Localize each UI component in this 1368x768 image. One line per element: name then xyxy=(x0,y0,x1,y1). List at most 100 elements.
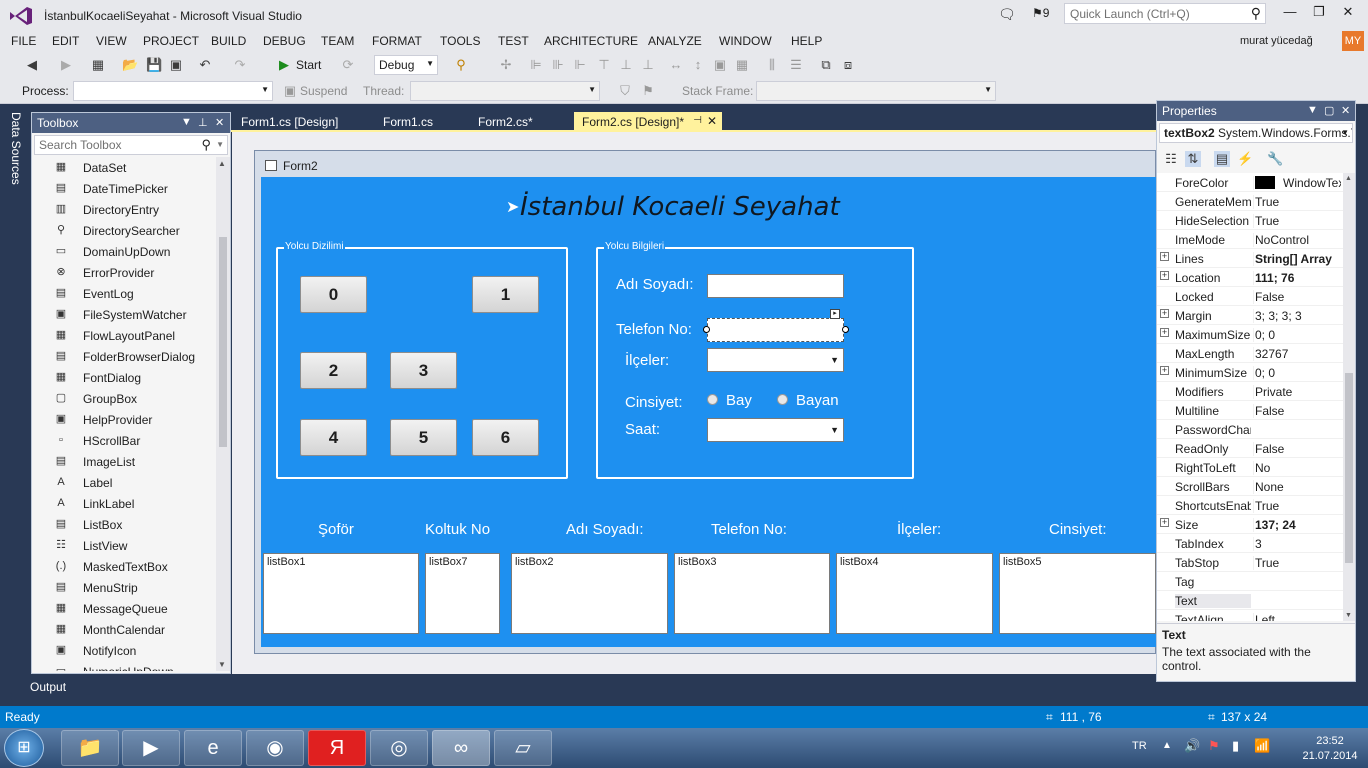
toolbox-item[interactable]: ▤ FolderBrowserDialog xyxy=(32,346,216,367)
suspend-button[interactable]: Suspend xyxy=(300,84,347,98)
property-row[interactable]: MaxLength 32767 xyxy=(1157,344,1343,363)
avatar[interactable]: MY xyxy=(1342,31,1364,51)
action-center-icon[interactable]: ⚑ xyxy=(1208,738,1220,754)
events-icon[interactable]: ⚡ xyxy=(1237,151,1253,167)
seat-button-0[interactable]: 0 xyxy=(300,276,367,313)
back-icon[interactable]: ◀ xyxy=(24,57,40,73)
listbox-gender[interactable]: listBox5 xyxy=(999,553,1156,634)
toolbox-item[interactable]: ▫ HScrollBar xyxy=(32,430,216,451)
align-centers-icon[interactable]: ⊪ xyxy=(550,57,566,73)
property-row[interactable]: + MaximumSize 0; 0 xyxy=(1157,325,1343,344)
taskbar-internet-explorer-icon[interactable]: e xyxy=(184,730,242,766)
seat-button-2[interactable]: 2 xyxy=(300,352,367,389)
scroll-thumb[interactable] xyxy=(1345,373,1353,563)
toolbox-item[interactable]: ▦ MonthCalendar xyxy=(32,619,216,640)
property-row[interactable]: Modifiers Private xyxy=(1157,382,1343,401)
property-value[interactable]: WindowText xyxy=(1253,176,1341,190)
make-same-size-icon[interactable]: ▣ xyxy=(712,57,728,73)
pin-icon[interactable]: ⊥ xyxy=(198,116,208,129)
expand-icon[interactable]: + xyxy=(1160,252,1169,261)
menu-help[interactable]: HELP xyxy=(791,34,822,48)
menu-architecture[interactable]: ARCHITECTURE xyxy=(544,34,638,48)
battery-icon[interactable]: ▮ xyxy=(1232,738,1239,754)
property-value[interactable]: 137; 24 xyxy=(1253,518,1341,532)
toolbox-item[interactable]: ☷ ListView xyxy=(32,535,216,556)
grid-icon[interactable]: ✢ xyxy=(498,57,514,73)
taskbar-media-player-icon[interactable]: ▶ xyxy=(122,730,180,766)
start-button[interactable]: Start xyxy=(296,58,321,72)
property-value[interactable]: True xyxy=(1253,556,1341,570)
taskbar-app-icon[interactable]: ▱ xyxy=(494,730,552,766)
taskbar-visual-studio-icon[interactable]: ∞ xyxy=(432,730,490,766)
property-row[interactable]: ScrollBars None xyxy=(1157,477,1343,496)
tab-form2-design[interactable]: Form2.cs [Design]* ⊣ ✕ xyxy=(574,112,722,132)
close-icon[interactable]: ✕ xyxy=(215,116,224,129)
property-value[interactable]: 3 xyxy=(1253,537,1341,551)
config-dropdown[interactable]: Debug ▼ xyxy=(374,55,438,75)
flag-thread-icon[interactable]: ⚑ xyxy=(640,83,656,99)
menu-window[interactable]: WINDOW xyxy=(719,34,772,48)
expand-icon[interactable]: + xyxy=(1160,366,1169,375)
resize-handle-right[interactable] xyxy=(842,326,849,333)
district-combobox[interactable]: ▼ xyxy=(707,348,844,372)
seat-button-1[interactable]: 1 xyxy=(472,276,539,313)
minimize-button[interactable]: — xyxy=(1276,4,1304,24)
object-selector[interactable]: textBox2 System.Windows.Forms.TextBox▼ xyxy=(1159,123,1353,143)
expand-icon[interactable]: + xyxy=(1160,271,1169,280)
property-value[interactable]: False xyxy=(1253,442,1341,456)
menu-tools[interactable]: TOOLS xyxy=(440,34,480,48)
taskbar-chrome-icon[interactable]: ◉ xyxy=(246,730,304,766)
listbox-name[interactable]: listBox2 xyxy=(511,553,668,634)
menu-format[interactable]: FORMAT xyxy=(372,34,422,48)
property-row[interactable]: + Size 137; 24 xyxy=(1157,515,1343,534)
property-value[interactable]: No xyxy=(1253,461,1341,475)
property-row[interactable]: TextAlign Left xyxy=(1157,610,1343,621)
menu-project[interactable]: PROJECT xyxy=(143,34,199,48)
tab-form1-code[interactable]: Form1.cs xyxy=(375,112,465,132)
property-row[interactable]: ImeMode NoControl xyxy=(1157,230,1343,249)
volume-icon[interactable]: 🔊 xyxy=(1184,738,1200,754)
notifications-button[interactable]: ⚑9 xyxy=(1032,6,1049,20)
time-combobox[interactable]: ▼ xyxy=(707,418,844,442)
quick-launch-input[interactable]: Quick Launch (Ctrl+Q) ⚲ xyxy=(1064,3,1266,24)
make-same-width-icon[interactable]: ↔ xyxy=(668,57,684,73)
toolbox-item[interactable]: ▤ ListBox xyxy=(32,514,216,535)
menu-team[interactable]: TEAM xyxy=(321,34,354,48)
maximize-button[interactable]: ❐ xyxy=(1305,4,1333,24)
user-name[interactable]: murat yücedağ xyxy=(1240,35,1313,47)
open-file-icon[interactable]: 📂 xyxy=(122,57,138,73)
property-value[interactable]: True xyxy=(1253,214,1341,228)
send-to-back-icon[interactable]: ⧈ xyxy=(840,57,856,73)
toolbox-item[interactable]: ▦ MessageQueue xyxy=(32,598,216,619)
toolbox-item[interactable]: ▣ HelpProvider xyxy=(32,409,216,430)
expand-icon[interactable]: + xyxy=(1160,309,1169,318)
menu-debug[interactable]: DEBUG xyxy=(263,34,306,48)
listbox-driver[interactable]: listBox1 xyxy=(263,553,419,634)
bring-to-front-icon[interactable]: ⧉ xyxy=(818,57,834,73)
property-row[interactable]: Text xyxy=(1157,591,1343,610)
seat-button-3[interactable]: 3 xyxy=(390,352,457,389)
toolbox-item[interactable]: ▦ FontDialog xyxy=(32,367,216,388)
toolbox-item[interactable]: A LinkLabel xyxy=(32,493,216,514)
scroll-thumb[interactable] xyxy=(219,237,227,447)
align-middles-icon[interactable]: ⊥ xyxy=(618,57,634,73)
toolbox-item[interactable]: ▤ ImageList xyxy=(32,451,216,472)
menu-analyze[interactable]: ANALYZE xyxy=(648,34,702,48)
property-row[interactable]: + Location 111; 76 xyxy=(1157,268,1343,287)
output-tab[interactable]: Output xyxy=(30,680,66,694)
align-bottoms-icon[interactable]: ⊥ xyxy=(640,57,656,73)
start-icon[interactable]: ▶ xyxy=(276,57,292,73)
property-value[interactable]: True xyxy=(1253,195,1341,209)
seat-button-6[interactable]: 6 xyxy=(472,419,539,456)
scroll-up-icon[interactable]: ▲ xyxy=(1345,175,1352,182)
toolbox-item[interactable]: ▭ DomainUpDown xyxy=(32,241,216,262)
toolbox-item[interactable]: ▦ FlowLayoutPanel xyxy=(32,325,216,346)
property-value[interactable]: Left xyxy=(1253,613,1341,621)
scroll-down-icon[interactable]: ▼ xyxy=(218,660,226,669)
toolbox-item[interactable]: ▣ NotifyIcon xyxy=(32,640,216,661)
seat-button-4[interactable]: 4 xyxy=(300,419,367,456)
tab-form1-design[interactable]: Form1.cs [Design] xyxy=(233,112,373,132)
taskbar-explorer-icon[interactable]: 📁 xyxy=(61,730,119,766)
toolbox-item[interactable]: (.) MaskedTextBox xyxy=(32,556,216,577)
size-to-grid-icon[interactable]: ▦ xyxy=(734,57,750,73)
